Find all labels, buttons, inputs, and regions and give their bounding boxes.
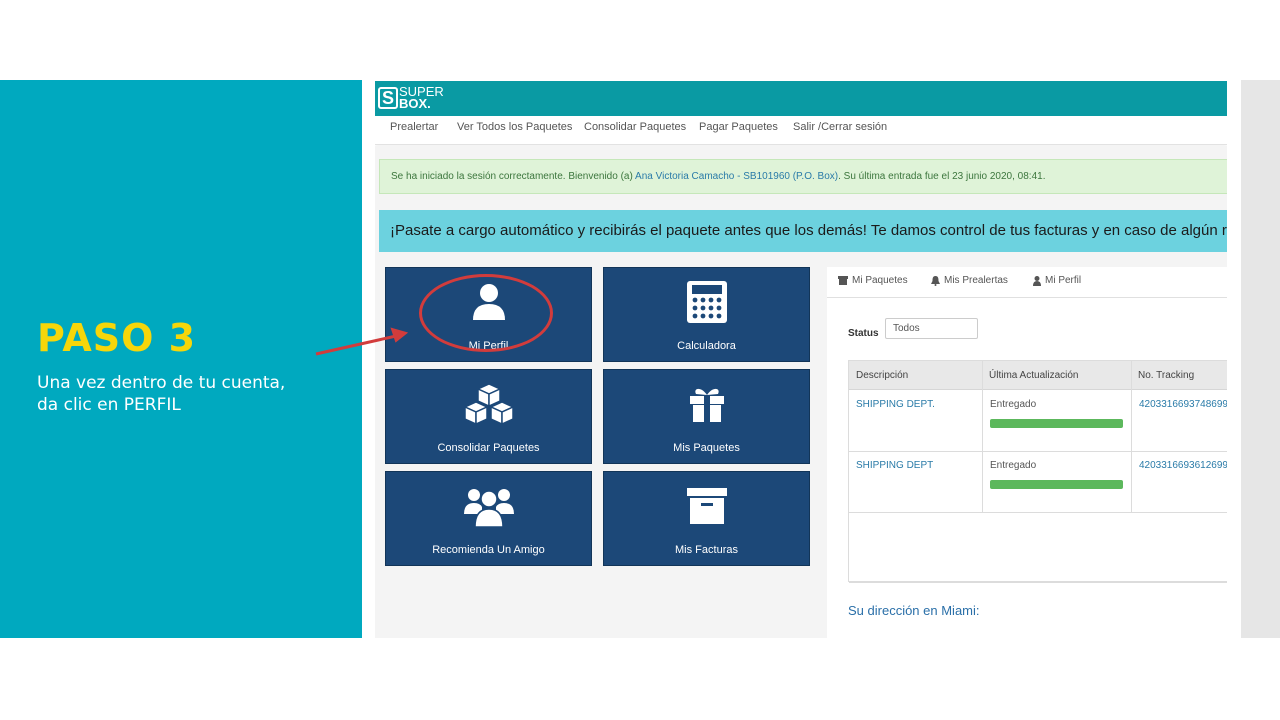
cell-description[interactable]: SHIPPING DEPT: [856, 460, 933, 471]
nav-pagar-paquetes[interactable]: Pagar Paquetes: [699, 121, 778, 133]
packages-table: Descripción Última Actualización No. Tra…: [848, 360, 1227, 583]
tile-label: Recomienda Un Amigo: [432, 544, 545, 556]
cell-status: Entregado: [990, 460, 1037, 471]
column-divider: [1131, 361, 1132, 512]
header-no-tracking[interactable]: No. Tracking: [1131, 361, 1227, 390]
tab-mi-paquetes[interactable]: Mi Paquetes: [838, 275, 908, 286]
slide-right-strip: [1241, 80, 1280, 638]
user-small-icon: [1033, 275, 1041, 286]
cell-description[interactable]: SHIPPING DEPT.: [856, 399, 935, 410]
box-icon: [838, 276, 848, 285]
app-header: S SUPER BOX.: [375, 81, 1227, 116]
tile-label: Mis Facturas: [675, 544, 738, 556]
tile-mis-facturas[interactable]: Mis Facturas: [603, 471, 810, 566]
cell-tracking[interactable]: 4203316693748699: [1139, 399, 1227, 410]
tab-label: Mi Paquetes: [852, 275, 908, 286]
bell-icon: [931, 275, 940, 286]
pointer-arrow: [315, 327, 409, 356]
nav-consolidar-paquetes[interactable]: Consolidar Paquetes: [584, 121, 686, 133]
table-bottom-border: [849, 582, 1227, 583]
nav-ver-todos-paquetes[interactable]: Ver Todos los Paquetes: [457, 121, 572, 133]
main-nav: Prealertar Ver Todos los Paquetes Consol…: [375, 116, 1227, 145]
step-title: PASO 3: [37, 316, 197, 360]
calculator-icon: [604, 280, 809, 324]
panel-tabs: Mi Paquetes Mis Prealertas Mi Perfil: [827, 267, 1227, 298]
header-ultima-actualizacion[interactable]: Última Actualización: [982, 361, 1131, 390]
status-label: Status: [848, 328, 879, 339]
progress-bar: [990, 419, 1123, 428]
tile-label: Mis Paquetes: [673, 442, 740, 454]
status-filter-select[interactable]: Todos: [885, 318, 978, 339]
row-divider: [849, 451, 1227, 452]
login-success-alert: Se ha iniciado la sesión correctamente. …: [379, 159, 1227, 194]
highlight-circle: [419, 274, 553, 352]
cell-tracking[interactable]: 4203316693612699: [1139, 460, 1227, 471]
tab-label: Mi Perfil: [1045, 275, 1082, 286]
tab-mi-perfil[interactable]: Mi Perfil: [1033, 275, 1081, 286]
tile-label: Consolidar Paquetes: [437, 442, 540, 454]
miami-address-heading: Su dirección en Miami:: [848, 603, 980, 618]
row-divider: [849, 512, 1227, 513]
superbox-logo[interactable]: S SUPER BOX.: [378, 85, 446, 111]
archive-icon: [604, 484, 809, 528]
column-divider: [982, 361, 983, 512]
boxes-icon: [386, 382, 591, 426]
logo-letter: S: [378, 87, 398, 109]
promo-banner: ¡Pasate a cargo automático y recibirás e…: [379, 210, 1227, 252]
tab-mis-prealertas[interactable]: Mis Prealertas: [931, 275, 1008, 286]
tile-label: Calculadora: [677, 340, 736, 352]
alert-user-link[interactable]: Ana Victoria Camacho - SB101960 (P.O. Bo…: [635, 171, 838, 182]
step-description-line-1: Una vez dentro de tu cuenta,: [37, 373, 286, 393]
nav-prealertar[interactable]: Prealertar: [390, 121, 438, 133]
alert-prefix: Se ha iniciado la sesión correctamente. …: [391, 171, 636, 182]
app-screenshot: S SUPER BOX. Prealertar Ver Todos los Pa…: [375, 80, 1227, 638]
packages-panel: Mi Paquetes Mis Prealertas Mi Perfil Sta…: [827, 267, 1227, 638]
tile-recomienda-amigo[interactable]: Recomienda Un Amigo: [385, 471, 592, 566]
tile-mis-paquetes[interactable]: Mis Paquetes: [603, 369, 810, 464]
alert-suffix: . Su última entrada fue el 23 junio 2020…: [838, 171, 1046, 182]
progress-bar: [990, 480, 1123, 489]
gift-icon: [604, 382, 809, 426]
group-icon: [386, 484, 591, 528]
header-descripcion[interactable]: Descripción: [849, 361, 982, 390]
cell-status: Entregado: [990, 399, 1037, 410]
tile-consolidar-paquetes[interactable]: Consolidar Paquetes: [385, 369, 592, 464]
tile-calculadora[interactable]: Calculadora: [603, 267, 810, 362]
step-description-line-2: da clic en PERFIL: [37, 395, 181, 415]
nav-logout[interactable]: Salir /Cerrar sesión: [793, 121, 887, 133]
logo-text-bottom: BOX.: [399, 96, 431, 111]
tab-label: Mis Prealertas: [944, 275, 1008, 286]
step-description: Una vez dentro de tu cuenta, da clic en …: [37, 372, 337, 416]
